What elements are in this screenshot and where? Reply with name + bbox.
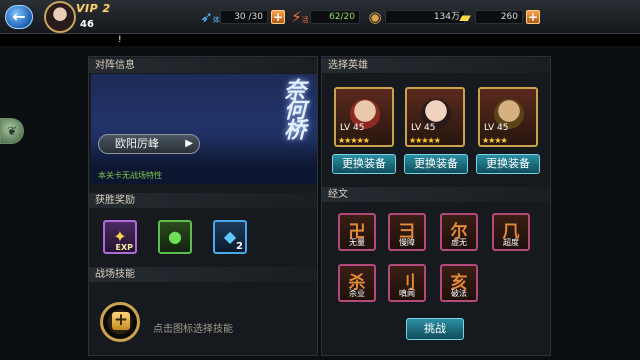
reward-green-orb[interactable]: ● <box>158 220 192 254</box>
plus-icon: + <box>112 310 130 330</box>
lightning-icon: ⚡活 <box>291 8 309 26</box>
coins-stat: ◉ 134万 <box>365 7 465 27</box>
enemy-name: 欧阳厉峰 <box>115 137 159 150</box>
add-skill-button[interactable]: + <box>100 302 140 342</box>
top-bar: ← VIP 2 46 ➶体 30 /30 + ⚡活 62/20 ◉ 134万 ▰… <box>0 0 640 34</box>
notice-bar: ! <box>0 34 640 46</box>
gold-ingot-icon: ▰ <box>459 8 471 26</box>
field-trait-text: 本关卡无战场特性 <box>98 171 162 180</box>
reward-count: 2 <box>236 241 243 252</box>
stage-title: 奈何桥 <box>280 78 306 138</box>
reward-exp[interactable]: ✦ EXP <box>103 220 137 254</box>
scripture-chenwen[interactable]: 刂 嗔闻 <box>388 264 426 302</box>
star-icon: ★★★★★ <box>409 136 441 145</box>
stamina-value: 30 /30 <box>220 10 268 24</box>
gold-value: 260 <box>475 10 523 24</box>
battle-banner: 奈何桥 <box>91 74 317 184</box>
change-equipment-button-2[interactable]: 更换装备 <box>404 154 468 174</box>
stamina-stat: ➶体 30 /30 + <box>200 7 285 27</box>
skill-hint: 点击图标选择技能 <box>153 324 233 335</box>
enemy-name-button[interactable]: 欧阳厉峰 ▶ <box>98 134 200 154</box>
change-equipment-button-1[interactable]: 更换装备 <box>332 154 396 174</box>
select-hero-header: 选择英雄 <box>322 58 550 73</box>
vitality-stat: ⚡活 62/20 <box>290 7 360 27</box>
battle-info-header: 对阵信息 <box>89 58 317 73</box>
add-gold-button[interactable]: + <box>526 10 540 24</box>
green-orb-icon: ● <box>168 227 182 246</box>
scripture-shaye[interactable]: 杀 杀业 <box>338 264 376 302</box>
change-equipment-button-3[interactable]: 更换装备 <box>476 154 540 174</box>
scripture-pofa[interactable]: 亥 破法 <box>440 264 478 302</box>
scripture-chaodu[interactable]: ⺇ 超度 <box>492 213 530 251</box>
vip-badge: VIP 2 <box>76 2 111 15</box>
scriptures-header: 经文 <box>322 187 550 202</box>
reward-blue-gem[interactable]: ◆ 2 <box>213 220 247 254</box>
rewards-header: 获胜奖励 <box>89 193 317 208</box>
chevron-right-icon: ▶ <box>185 138 193 149</box>
hero-card-1[interactable]: LV 45 ★★★★★ <box>334 87 394 147</box>
hero-card-3[interactable]: LV 45 ★★★★ <box>478 87 538 147</box>
scripture-wuliang[interactable]: 卍 无量 <box>338 213 376 251</box>
gold-stat: ▰ 260 + <box>455 7 540 27</box>
battle-skill-header: 战场技能 <box>89 267 317 282</box>
star-icon: ★★★★ <box>482 136 508 145</box>
player-level: 46 <box>80 19 94 30</box>
hero-card-2[interactable]: LV 45 ★★★★★ <box>405 87 465 147</box>
side-leaf-icon[interactable]: ❦ <box>0 118 24 144</box>
vitality-value: 62/20 <box>310 10 360 24</box>
coin-icon: ◉ <box>368 8 382 26</box>
feather-icon: ➶体 <box>200 8 220 26</box>
add-stamina-button[interactable]: + <box>271 10 285 24</box>
scripture-xuwu[interactable]: 尔 虚无 <box>440 213 478 251</box>
star-icon: ★★★★★ <box>338 136 370 145</box>
challenge-button[interactable]: 挑战 <box>406 318 464 340</box>
back-arrow-icon[interactable]: ← <box>5 5 33 29</box>
avatar[interactable] <box>44 1 76 33</box>
scripture-manzhang[interactable]: 彐 慢障 <box>388 213 426 251</box>
coins-value: 134万 <box>385 10 465 24</box>
